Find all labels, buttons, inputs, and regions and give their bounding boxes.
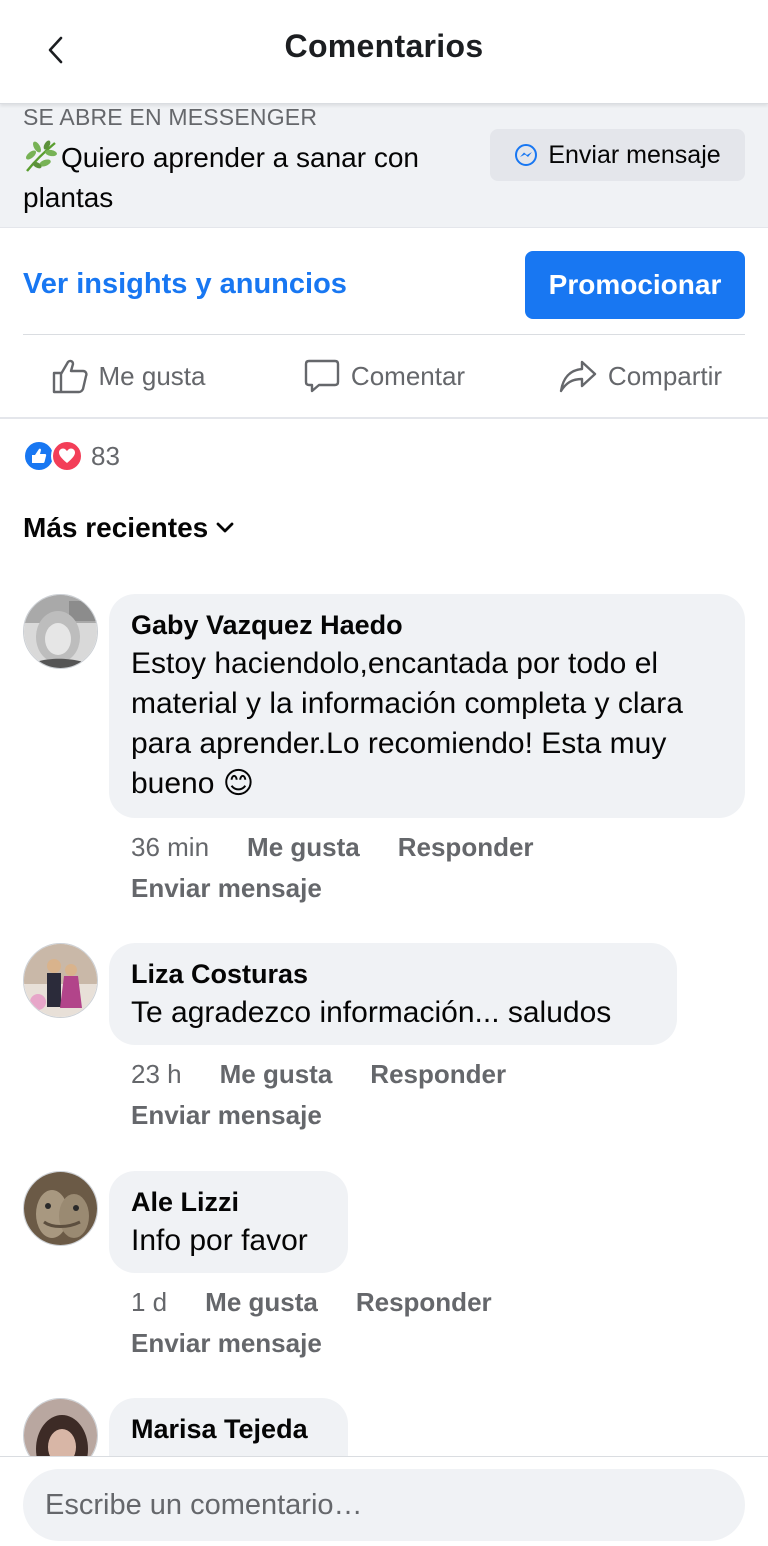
comment-like-button[interactable]: Me gusta [247,832,360,863]
page-title: Comentarios [284,28,484,64]
sort-label: Más recientes [23,512,209,543]
messenger-caption: SE ABRE EN MESSENGER [23,104,318,130]
promote-button[interactable]: Promocionar [525,251,745,319]
comment-author[interactable]: Ale Lizzi [131,1185,326,1219]
post-actions: Me gusta Comentar Compartir [0,335,768,417]
comment-item: Ale Lizzi Info por favor 1 d Me gusta Re… [23,1171,745,1361]
comment-actions: 23 h Me gusta Responder [131,1059,506,1090]
comment-text: Te agradezco información... saludos [131,996,612,1029]
comment-reply-button[interactable]: Responder [370,1059,506,1090]
comment-author[interactable]: Gaby Vazquez Haedo [131,608,723,642]
share-label: Compartir [607,360,723,391]
comment-item: Marisa Tejeda [23,1398,745,1500]
comment-send-message-button[interactable]: Enviar mensaje [131,1100,322,1131]
sort-dropdown[interactable]: Más recientes [23,512,234,544]
comment-like-button[interactable]: Me gusta [205,1287,318,1318]
comment-bubble: Liza Costuras Te agradezco información..… [109,943,677,1045]
comment-time[interactable]: 36 min [131,832,209,863]
like-button[interactable]: Me gusta [0,358,256,394]
send-message-button[interactable]: Enviar mensaje [490,129,745,181]
comment-bubble: Gaby Vazquez Haedo Estoy haciendolo,enca… [109,594,745,818]
comment-item: Liza Costuras Te agradezco información..… [23,943,745,1133]
messenger-prompt-text: Quiero aprender a sanar con plantas [23,138,473,218]
messenger-icon [515,144,538,166]
chevron-down-icon [216,522,234,533]
share-icon [559,360,597,393]
comment-input[interactable]: Escribe un comentario… [23,1469,745,1541]
comment-reply-button[interactable]: Responder [398,832,534,863]
avatar[interactable] [23,594,98,669]
comment-text: Info por favor [131,1224,308,1257]
insights-link[interactable]: Ver insights y anuncios [23,268,347,301]
avatar[interactable] [23,943,98,1018]
avatar[interactable] [23,1171,98,1246]
comment-send-message-button[interactable]: Enviar mensaje [131,873,322,904]
comment-like-button[interactable]: Me gusta [220,1059,333,1090]
comment-icon [304,359,340,393]
comment-actions: 36 min Me gusta Responder [131,832,534,863]
thumbs-up-icon [52,359,88,394]
comment-item: Gaby Vazquez Haedo Estoy haciendolo,enca… [23,594,745,904]
comment-send-message-button[interactable]: Enviar mensaje [131,1328,322,1359]
send-message-label: Enviar mensaje [548,140,721,169]
comment-label: Comentar [350,360,466,391]
comment-composer: Escribe un comentario… [0,1456,768,1546]
comment-button[interactable]: Comentar [256,358,512,394]
love-reaction-icon [51,440,83,472]
comment-actions: 1 d Me gusta Responder [131,1287,492,1318]
comment-text: Estoy haciendolo,encantada por todo el m… [131,647,683,800]
top-bar: Comentarios [0,0,768,104]
smile-emoji: 😊 [222,767,255,800]
comment-author[interactable]: Marisa Tejeda [131,1412,326,1446]
herb-icon [26,140,57,172]
comment-author[interactable]: Liza Costuras [131,957,655,991]
insights-row: Ver insights y anuncios Promocionar [0,230,768,334]
comment-time[interactable]: 23 h [131,1059,182,1090]
messenger-prompt-label: Quiero aprender a sanar con plantas [23,142,419,213]
divider [0,417,768,419]
share-button[interactable]: Compartir [512,358,768,394]
comment-reply-button[interactable]: Responder [356,1287,492,1318]
comment-time[interactable]: 1 d [131,1287,167,1318]
comment-bubble: Ale Lizzi Info por favor [109,1171,348,1273]
messenger-prompt: SE ABRE EN MESSENGER Quiero aprender a s… [0,104,768,228]
reaction-count: 83 [91,440,120,471]
reactions-summary[interactable]: 83 [23,440,120,472]
like-label: Me gusta [98,360,206,391]
